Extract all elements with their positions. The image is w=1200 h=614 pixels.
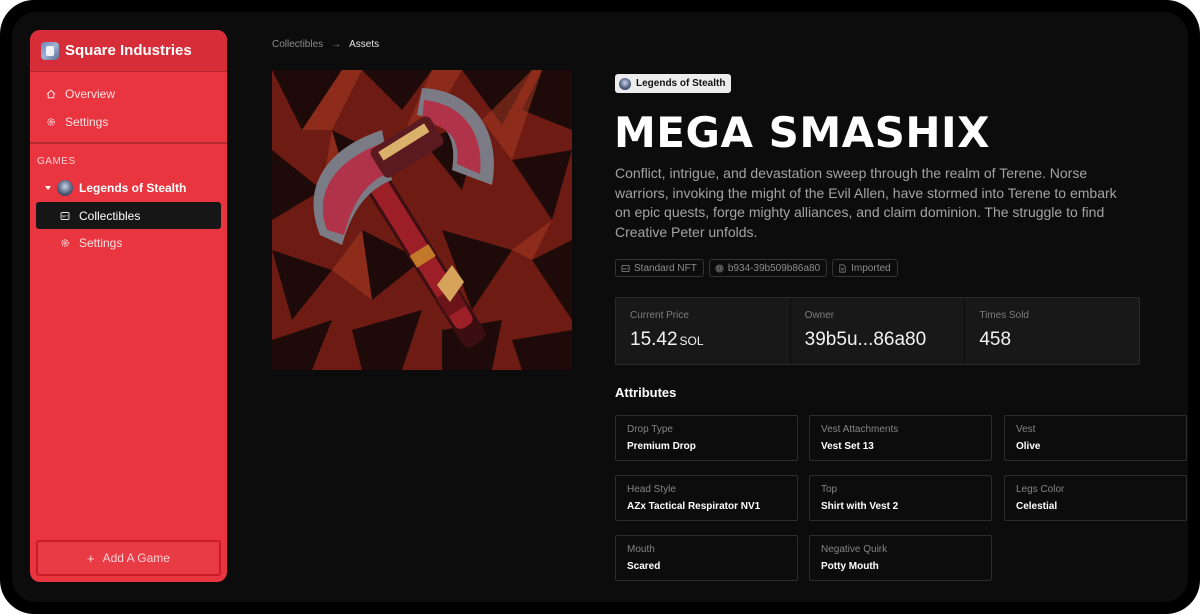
nft-icon: NFT xyxy=(621,264,630,272)
app-window: Square Industries Overview Settings GAME… xyxy=(12,12,1188,602)
sidebar-item-overview[interactable]: Overview xyxy=(30,80,227,108)
attribute-label: Negative Quirk xyxy=(821,544,888,555)
home-icon xyxy=(46,89,56,99)
gear-icon xyxy=(47,118,55,126)
sidebar-item-label: Settings xyxy=(79,235,123,250)
attribute-label: Head Style xyxy=(627,484,676,495)
svg-text:NFT: NFT xyxy=(62,214,68,218)
breadcrumb-assets: Assets xyxy=(349,39,380,50)
times-sold-value: 458 xyxy=(979,329,1012,350)
device-frame: Square Industries Overview Settings GAME… xyxy=(0,0,1200,614)
stat-times-sold: Times Sold 458 xyxy=(965,298,1139,364)
attributes-heading: Attributes xyxy=(615,385,677,400)
arrow-right-icon: → xyxy=(331,39,342,50)
attribute-value: Vest Set 13 xyxy=(821,441,874,452)
asset-stats: Current Price 15.42 SOL Owner 39b5u...86a… xyxy=(615,297,1140,365)
svg-text:NFT: NFT xyxy=(623,266,629,270)
attribute-card: Vest Attachments Vest Set 13 xyxy=(809,415,992,461)
attribute-label: Vest Attachments xyxy=(821,424,899,435)
tag-label: Standard NFT xyxy=(634,262,697,274)
stat-label: Owner xyxy=(804,310,835,321)
attribute-value: Potty Mouth xyxy=(821,561,879,572)
attribute-card: Negative Quirk Potty Mouth xyxy=(809,535,992,581)
attribute-card: Top Shirt with Vest 2 xyxy=(809,475,992,521)
stat-label: Current Price xyxy=(630,310,689,321)
breadcrumb: Collectibles → Assets xyxy=(272,39,379,50)
sidebar-item-collectibles[interactable]: NFT Collectibles xyxy=(36,202,221,229)
sidebar-item-settings[interactable]: Settings xyxy=(30,108,227,136)
sidebar-item-label: Settings xyxy=(65,115,109,129)
gear-icon xyxy=(61,238,69,247)
stat-current-price: Current Price 15.42 SOL xyxy=(616,298,791,364)
nft-icon: NFT xyxy=(60,211,70,220)
price-value: 15.42 xyxy=(630,329,678,350)
attribute-value: Celestial xyxy=(1016,501,1058,512)
tag-label: b934-39b509b86a80 xyxy=(727,262,821,274)
tag-label: Imported xyxy=(851,262,891,274)
asset-image xyxy=(272,70,572,370)
add-game-label: Add A Game xyxy=(102,551,170,565)
sidebar-item-label: Overview xyxy=(65,87,116,101)
brand-name: Square Industries xyxy=(65,42,192,59)
attribute-card: Vest Olive xyxy=(1004,415,1187,461)
attribute-value: Scared xyxy=(627,561,661,572)
fingerprint-icon xyxy=(715,264,724,272)
collection-badge[interactable]: Legends of Stealth xyxy=(615,74,732,93)
tag-imported: Imported xyxy=(832,259,898,277)
attribute-card: Head Style AZx Tactical Respirator NV1 xyxy=(615,475,798,521)
stat-label: Times Sold xyxy=(979,310,1029,321)
attribute-label: Legs Color xyxy=(1016,484,1065,495)
sidebar-game-legends-of-stealth[interactable]: Legends of Stealth xyxy=(30,174,227,202)
breadcrumb-collectibles[interactable]: Collectibles xyxy=(272,39,323,50)
attribute-label: Mouth xyxy=(627,544,655,555)
attribute-value: AZx Tactical Respirator NV1 xyxy=(627,501,761,512)
section-label-games: GAMES xyxy=(37,156,76,167)
owner-value: 39b5u...86a80 xyxy=(804,329,927,350)
attribute-card: Drop Type Premium Drop xyxy=(615,415,798,461)
asset-title: MEGA SMASHIX xyxy=(614,108,991,157)
sidebar-item-label: Collectibles xyxy=(79,208,141,223)
asset-description: Conflict, intrigue, and devastation swee… xyxy=(615,165,1117,240)
stat-value: 15.42 SOL xyxy=(630,329,776,351)
attribute-card: Mouth Scared xyxy=(615,535,798,581)
brand-header[interactable]: Square Industries xyxy=(30,30,227,72)
caret-down-icon[interactable] xyxy=(45,186,51,190)
asset-tags: NFT Standard NFT b934-39b509b86a80 Impor… xyxy=(615,259,898,277)
collection-name: Legends of Stealth xyxy=(636,78,726,89)
stat-owner[interactable]: Owner 39b5u...86a80 xyxy=(790,298,966,364)
sidebar: Square Industries Overview Settings GAME… xyxy=(30,30,227,582)
attribute-card: Legs Color Celestial xyxy=(1004,475,1187,521)
brand-logo-icon xyxy=(41,41,59,60)
attribute-value: Premium Drop xyxy=(627,441,696,452)
attribute-label: Top xyxy=(821,484,838,495)
tag-standard-nft: NFT Standard NFT xyxy=(615,259,704,277)
sidebar-item-game-settings[interactable]: Settings xyxy=(36,229,221,256)
attribute-label: Vest xyxy=(1016,424,1036,435)
collection-avatar xyxy=(619,77,631,90)
game-avatar xyxy=(57,180,73,196)
game-label: Legends of Stealth xyxy=(79,181,187,195)
add-game-button[interactable]: + Add A Game xyxy=(36,540,221,576)
sidebar-nav: Overview Settings xyxy=(30,72,227,144)
attribute-value: Olive xyxy=(1016,441,1041,452)
asset-artwork xyxy=(272,70,572,370)
tag-asset-id[interactable]: b934-39b509b86a80 xyxy=(708,259,828,277)
attribute-value: Shirt with Vest 2 xyxy=(821,501,899,512)
price-unit: SOL xyxy=(679,334,704,348)
document-icon xyxy=(839,264,846,272)
plus-icon: + xyxy=(87,550,95,566)
attribute-label: Drop Type xyxy=(627,424,673,435)
